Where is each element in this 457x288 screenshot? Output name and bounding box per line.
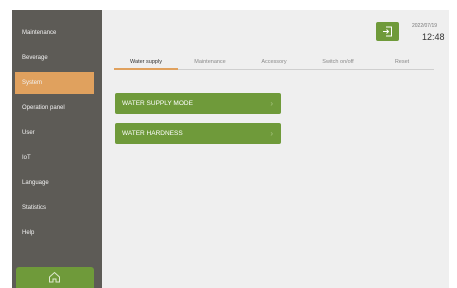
sidebar-item-maintenance[interactable]: Maintenance	[12, 22, 102, 44]
home-button[interactable]	[16, 267, 94, 288]
exit-button[interactable]	[376, 22, 399, 41]
tab-water-supply[interactable]: Water supply	[114, 56, 178, 68]
time-label: 12:48	[422, 32, 445, 42]
sidebar-item-language[interactable]: Language	[12, 172, 102, 194]
water-hardness-label: WATER HARDNESS	[122, 130, 183, 137]
water-supply-mode-label: WATER SUPPLY MODE	[122, 100, 193, 107]
screen: Maintenance Beverage System Operation pa…	[12, 10, 449, 288]
sidebar-item-system[interactable]: System	[15, 72, 94, 94]
active-tab-indicator	[114, 68, 178, 70]
tab-switch-on-off[interactable]: Switch on/off	[306, 56, 370, 68]
water-supply-mode-button[interactable]: WATER SUPPLY MODE ›	[115, 93, 281, 114]
water-hardness-button[interactable]: WATER HARDNESS ›	[115, 123, 281, 144]
tab-reset[interactable]: Reset	[370, 56, 434, 68]
tab-accessory[interactable]: Accessory	[242, 56, 306, 68]
sidebar-item-beverage[interactable]: Beverage	[12, 47, 102, 69]
sidebar-item-iot[interactable]: IoT	[12, 147, 102, 169]
sidebar: Maintenance Beverage System Operation pa…	[12, 10, 102, 288]
date-label: 2022/07/19	[412, 23, 438, 29]
sidebar-item-operation-panel[interactable]: Operation panel	[12, 97, 102, 119]
sidebar-item-statistics[interactable]: Statistics	[12, 197, 102, 219]
chevron-right-icon: ›	[270, 99, 273, 108]
tab-maintenance[interactable]: Maintenance	[178, 56, 242, 68]
home-icon	[49, 271, 60, 283]
logout-icon	[383, 26, 392, 37]
sidebar-item-help[interactable]: Help	[12, 222, 102, 244]
sidebar-item-user[interactable]: User	[12, 122, 102, 144]
content-area: 2022/07/19 12:48 Water supply Maintenanc…	[102, 10, 449, 288]
chevron-right-icon: ›	[270, 129, 273, 138]
